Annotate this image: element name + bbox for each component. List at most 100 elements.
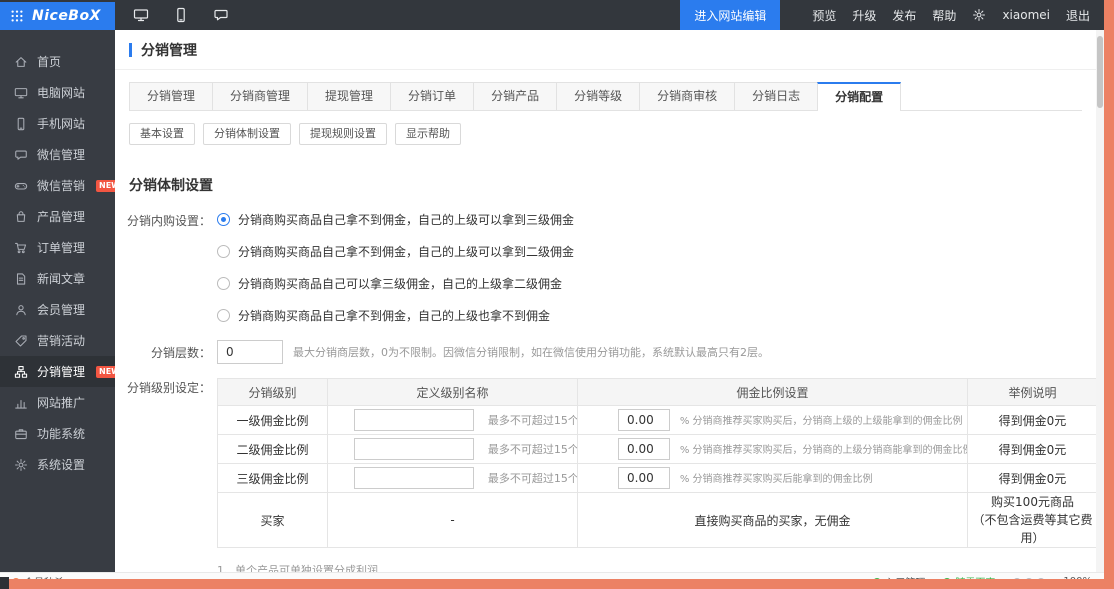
- radio-icon[interactable]: [217, 309, 230, 322]
- buyer-name: -: [328, 493, 578, 548]
- logo-text: NiceBoX: [32, 8, 101, 24]
- username[interactable]: xiaomei: [1002, 8, 1050, 22]
- tray-icons[interactable]: [1013, 574, 1045, 579]
- chat-icon[interactable]: [213, 7, 229, 23]
- enter-site-edit-button[interactable]: 进入网站编辑: [680, 0, 780, 30]
- radio-option-label: 分销商购买商品自己拿不到佣金，自己的上级可以拿到二级佣金: [238, 243, 574, 260]
- sidebar-item-label: 订单管理: [37, 239, 85, 256]
- topbar-menu-item[interactable]: 发布: [892, 7, 916, 24]
- buyer-level: 买家: [218, 493, 328, 548]
- level-name-hint: 最多不可超过15个字: [488, 472, 578, 485]
- main-content: 分销管理 分销管理 分销商管理 提现管理 分销订单 分销产品 分销等级 分销商审…: [115, 30, 1096, 579]
- sidebar-item[interactable]: 首页: [0, 46, 115, 77]
- adapt-label: 随需而变: [955, 574, 995, 579]
- tab[interactable]: 分销配置: [817, 82, 901, 111]
- logout-link[interactable]: 退出: [1066, 7, 1090, 24]
- monitor-icon[interactable]: [133, 7, 149, 23]
- sidebar-item[interactable]: 分销管理 NEW: [0, 356, 115, 387]
- sidebar-item[interactable]: 新闻文章: [0, 263, 115, 294]
- radio-option[interactable]: 分销商购买商品自己可以拿三级佣金，自己的上级拿二级佣金: [217, 275, 574, 292]
- sidebar-item[interactable]: 系统设置: [0, 449, 115, 480]
- zoom-level-item[interactable]: 100%: [1063, 574, 1092, 579]
- radio-option[interactable]: 分销商购买商品自己拿不到佣金，自己的上级也拿不到佣金: [217, 307, 574, 324]
- section-heading-system: 分销体制设置: [129, 175, 1082, 195]
- subtab-button[interactable]: 提现规则设置: [299, 123, 387, 145]
- entry-manage-icon: [873, 578, 881, 580]
- sidebar-item-label: 营销活动: [37, 332, 85, 349]
- radio-option-label: 分销商购买商品自己可以拿三级佣金，自己的上级拿二级佣金: [238, 275, 562, 292]
- sidebar-item-label: 系统设置: [37, 456, 85, 473]
- subtab-button[interactable]: 显示帮助: [395, 123, 461, 145]
- mobile-icon[interactable]: [173, 7, 189, 23]
- radio-icon[interactable]: [217, 245, 230, 258]
- radio-icon[interactable]: [217, 213, 230, 226]
- sidebar-item-label: 产品管理: [37, 208, 85, 225]
- radio-icon[interactable]: [217, 277, 230, 290]
- grid-icon[interactable]: [10, 9, 24, 23]
- grade-table: 分销级别 定义级别名称 佣金比例设置 举例说明 一级佣金比例: [217, 378, 1096, 548]
- adapt-icon: [943, 578, 951, 580]
- commission-level: 三级佣金比例: [218, 464, 328, 493]
- sidebar-item[interactable]: 微信管理: [0, 139, 115, 170]
- corner-notch: [0, 577, 9, 589]
- topbar-menu-item[interactable]: 预览: [812, 7, 836, 24]
- grade-label: 分销级别设定：: [115, 378, 211, 396]
- entry-manage-item[interactable]: 入口管理: [873, 574, 925, 579]
- flash-sale-icon: [12, 578, 20, 580]
- sidebar-item[interactable]: 产品管理: [0, 201, 115, 232]
- col-header-rate: 佣金比例设置: [578, 379, 968, 406]
- tray-icon: [1025, 578, 1033, 580]
- chat-icon: [14, 148, 28, 162]
- tab[interactable]: 分销产品: [473, 82, 557, 110]
- col-header-level: 分销级别: [218, 379, 328, 406]
- grade-table-header-row: 分销级别 定义级别名称 佣金比例设置 举例说明: [218, 379, 1097, 406]
- purchase-radio-group: 分销商购买商品自己拿不到佣金，自己的上级可以拿到三级佣金 分销商购买商品自己拿不…: [217, 211, 574, 324]
- logo-block[interactable]: NiceBoX: [0, 2, 115, 30]
- subtab-button[interactable]: 分销体制设置: [203, 123, 291, 145]
- buyer-row: 买家 - 直接购买商品的买家，无佣金 购买100元商品 （不包含运费等其它费用）: [218, 493, 1097, 548]
- commission-rate-input[interactable]: [618, 467, 670, 489]
- tab[interactable]: 分销管理: [129, 82, 213, 110]
- radio-option-label: 分销商购买商品自己拿不到佣金，自己的上级也拿不到佣金: [238, 307, 550, 324]
- briefcase-icon: [14, 427, 28, 441]
- sidebar-item[interactable]: 手机网站: [0, 108, 115, 139]
- commission-example: 得到佣金0元: [968, 464, 1097, 493]
- tab-bar: 分销管理 分销商管理 提现管理 分销订单 分销产品 分销等级 分销商审核 分销日…: [129, 82, 1082, 111]
- sidebar-item[interactable]: 电脑网站: [0, 77, 115, 108]
- radio-option[interactable]: 分销商购买商品自己拿不到佣金，自己的上级可以拿到三级佣金: [217, 211, 574, 228]
- sidebar-item[interactable]: 网站推广: [0, 387, 115, 418]
- tab[interactable]: 分销商管理: [212, 82, 308, 110]
- commission-rate-input[interactable]: [618, 438, 670, 460]
- commission-rate-desc: % 分销商推荐买家购买后，分销商的上级分销商能拿到的佣金比例: [680, 445, 968, 456]
- scrollbar-thumb[interactable]: [1097, 36, 1103, 108]
- commission-row: 二级佣金比例 最多不可超过15个字 % 分销商推荐买家购买后，分销商的上级分销商…: [218, 435, 1097, 464]
- tab[interactable]: 提现管理: [307, 82, 391, 110]
- gear-icon: [14, 458, 28, 472]
- tab[interactable]: 分销日志: [734, 82, 818, 110]
- sidebar-item[interactable]: 会员管理: [0, 294, 115, 325]
- sidebar-item[interactable]: 营销活动: [0, 325, 115, 356]
- sidebar-item[interactable]: 微信营销 NEW: [0, 170, 115, 201]
- tab[interactable]: 分销订单: [390, 82, 474, 110]
- statusbar-left-item[interactable]: 会员秒杀: [12, 574, 64, 579]
- adapt-item[interactable]: 随需而变: [943, 574, 995, 579]
- buyer-example: 购买100元商品 （不包含运费等其它费用）: [968, 493, 1097, 548]
- radio-option[interactable]: 分销商购买商品自己拿不到佣金，自己的上级可以拿到二级佣金: [217, 243, 574, 260]
- sidebar: 首页 电脑网站 手机网站: [0, 30, 115, 572]
- commission-example: 得到佣金0元: [968, 406, 1097, 435]
- tab[interactable]: 分销商审核: [639, 82, 735, 110]
- topbar-menu-item[interactable]: 升级: [852, 7, 876, 24]
- cart-icon: [14, 241, 28, 255]
- level-name-input[interactable]: [354, 467, 474, 489]
- sidebar-item[interactable]: 订单管理: [0, 232, 115, 263]
- gear-icon[interactable]: [972, 8, 986, 22]
- commission-rate-input[interactable]: [618, 409, 670, 431]
- level-name-input[interactable]: [354, 438, 474, 460]
- topbar-menu-item[interactable]: 帮助: [932, 7, 956, 24]
- sidebar-item-label: 新闻文章: [37, 270, 85, 287]
- tab[interactable]: 分销等级: [556, 82, 640, 110]
- sidebar-item[interactable]: 功能系统: [0, 418, 115, 449]
- levels-input[interactable]: [217, 340, 283, 364]
- subtab-button[interactable]: 基本设置: [129, 123, 195, 145]
- level-name-input[interactable]: [354, 409, 474, 431]
